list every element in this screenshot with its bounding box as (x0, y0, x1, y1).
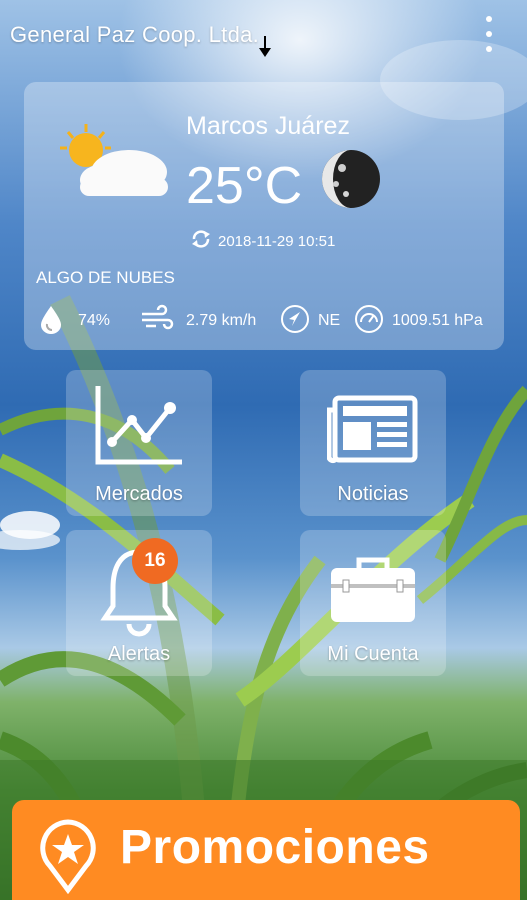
last-updated: 2018-11-29 10:51 (218, 233, 336, 250)
weather-card[interactable]: Marcos Juárez 25°C 2018-11-29 10:51 ALGO… (24, 82, 504, 350)
menu-dot-icon (486, 16, 492, 22)
tile-mi-cuenta[interactable]: Mi Cuenta (300, 530, 446, 676)
app-title: General Paz Coop. Ltda. (10, 22, 260, 47)
briefcase-icon (331, 557, 415, 622)
menu-dot-icon (486, 31, 492, 37)
weather-stats: 74% 2.79 km/h NE 1009.51 hPa (36, 304, 506, 334)
tile-label-noticias: Noticias (337, 483, 409, 505)
alerts-count-badge: 16 (132, 538, 178, 584)
tile-noticias[interactable]: Noticias (300, 370, 446, 516)
overflow-menu-button[interactable] (477, 16, 501, 52)
partly-cloudy-icon (60, 124, 168, 196)
star-badge-icon (40, 819, 96, 894)
wind-icon (142, 304, 174, 330)
newspaper-icon (327, 395, 418, 464)
humidity-drop-icon (41, 306, 61, 334)
tile-label-mercados: Mercados (95, 483, 183, 505)
pressure-gauge-icon (355, 305, 383, 333)
tile-label-alertas: Alertas (107, 643, 171, 665)
chart-icon (95, 386, 182, 465)
humidity-value: 74% (78, 312, 111, 329)
menu-dot-icon (486, 46, 492, 52)
city-name: Marcos Juárez (186, 112, 350, 140)
tile-label-mi-cuenta: Mi Cuenta (327, 643, 419, 665)
moon-phase-icon (322, 150, 380, 208)
arrow-down-icon (259, 36, 271, 57)
tile-alertas[interactable]: 16 Alertas (66, 530, 212, 676)
promociones-button[interactable]: Promociones (12, 800, 520, 900)
wind-speed-value: 2.79 km/h (186, 312, 257, 329)
refresh-icon[interactable] (190, 228, 212, 250)
pressure-value: 1009.51 hPa (392, 312, 483, 329)
wind-direction-value: NE (318, 312, 341, 329)
top-bar: General Paz Coop. Ltda. (0, 0, 527, 70)
temperature: 25°C (186, 157, 303, 215)
weather-condition: ALGO DE NUBES (36, 268, 175, 287)
promociones-label: Promociones (120, 821, 430, 874)
wind-direction-icon (281, 305, 309, 333)
tile-mercados[interactable]: Mercados (66, 370, 212, 516)
